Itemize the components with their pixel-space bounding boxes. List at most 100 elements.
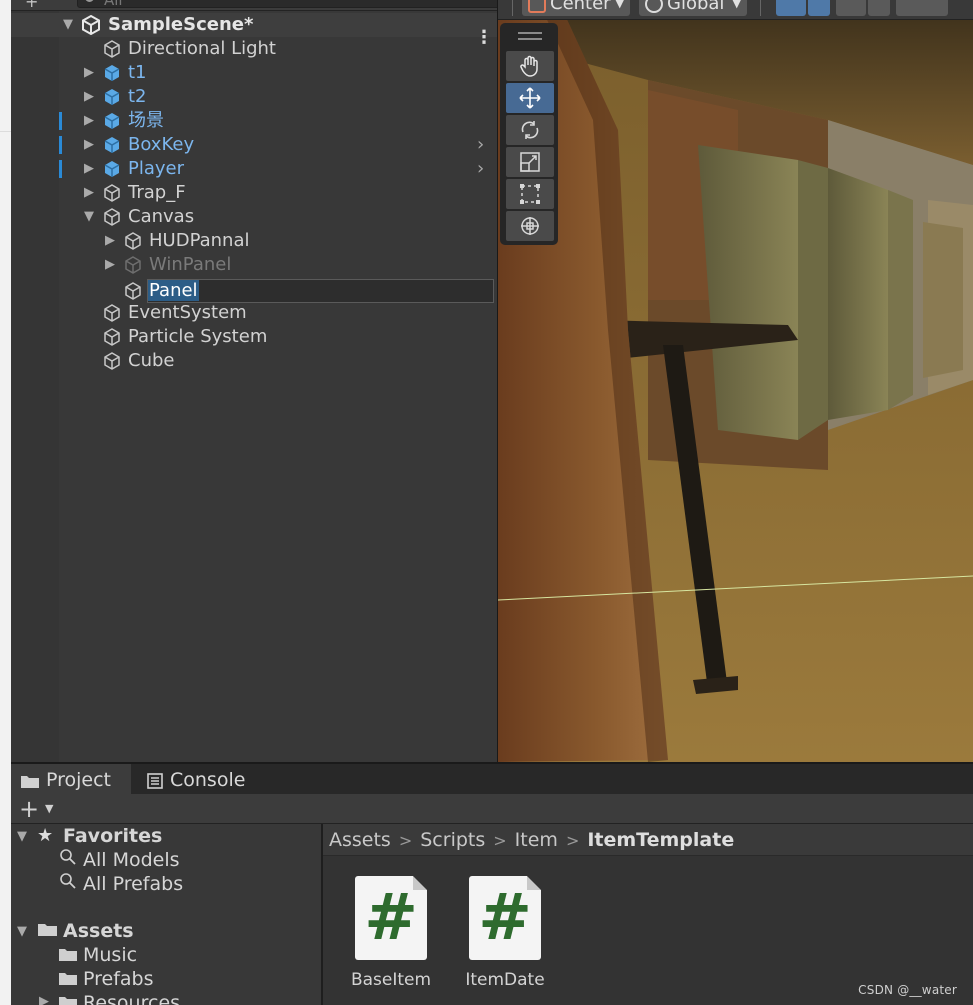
chevron-down-icon: ▼ <box>615 0 624 10</box>
hierarchy-item[interactable]: ▶ Trap_F <box>11 181 497 205</box>
watermark: CSDN @__water <box>858 983 957 997</box>
tab-project-label: Project <box>46 769 112 791</box>
breadcrumb-item[interactable]: Item <box>515 829 558 851</box>
hierarchy-item[interactable]: ▶ BoxKey › <box>11 133 497 157</box>
asset-item[interactable]: # ItemDate <box>450 876 560 990</box>
gameobject-cube-icon <box>104 40 120 58</box>
increment-snapping-icon[interactable] <box>836 0 866 16</box>
collapse-arrow-icon[interactable]: ▼ <box>84 205 94 229</box>
folder-icon <box>59 992 77 1005</box>
hierarchy-item-label: Directional Light <box>128 38 276 59</box>
toolbar-separator <box>760 0 761 16</box>
prefab-cube-icon <box>104 65 120 81</box>
search-icon <box>85 0 94 2</box>
rename-selected-text[interactable]: Panel <box>148 280 199 301</box>
tab-console[interactable]: Console <box>139 764 259 796</box>
hierarchy-item[interactable]: Particle System <box>11 325 497 349</box>
scale-tool-icon[interactable] <box>506 147 554 177</box>
expand-arrow-icon[interactable]: ▶ <box>84 61 94 85</box>
expand-arrow-icon[interactable]: ▶ <box>84 181 94 205</box>
scene-render <box>498 0 973 762</box>
add-object-button[interactable]: + <box>25 0 38 11</box>
folder-item[interactable]: Resources <box>83 991 180 1005</box>
favorites-item[interactable]: All Prefabs <box>83 872 183 896</box>
scene-view[interactable]: Center ▼ Global ▼ <box>498 0 973 762</box>
hierarchy-item-selected[interactable]: Panel <box>11 279 497 303</box>
favorites-label[interactable]: Favorites <box>63 824 162 848</box>
chevron-down-icon[interactable] <box>868 0 890 16</box>
grid-snapping-icon[interactable] <box>776 0 806 16</box>
pivot-dropdown[interactable]: Center ▼ <box>522 0 630 16</box>
hierarchy-item[interactable]: ▶ HUDPannal <box>11 229 497 253</box>
hierarchy-item-label: HUDPannal <box>149 230 250 251</box>
hierarchy-item-label: BoxKey <box>128 134 195 155</box>
collapse-arrow-icon[interactable]: ▼ <box>63 13 73 37</box>
assets-label[interactable]: Assets <box>63 919 134 943</box>
hierarchy-item[interactable]: ▶ t1 <box>11 61 497 85</box>
folder-item[interactable]: Prefabs <box>83 967 154 991</box>
gameobject-cube-icon <box>125 282 141 300</box>
scene-toolbar: Center ▼ Global ▼ <box>498 0 973 20</box>
hierarchy-item[interactable]: ▶ Player › <box>11 157 497 181</box>
open-prefab-chevron-icon[interactable]: › <box>477 133 484 157</box>
asset-item[interactable]: # BaseItem <box>336 876 446 990</box>
unity-logo-icon <box>82 15 100 35</box>
project-toolbar: + ▼ <box>11 794 973 824</box>
rotate-tool-icon[interactable] <box>506 115 554 145</box>
hierarchy-toolbar: + All <box>11 0 497 11</box>
grid-settings-icon[interactable] <box>896 0 948 16</box>
csharp-script-icon: # <box>469 876 541 960</box>
expand-arrow-icon[interactable]: ▶ <box>105 229 115 253</box>
hierarchy-item[interactable]: ▶ t2 <box>11 85 497 109</box>
gameobject-cube-icon <box>104 304 120 322</box>
collapse-arrow-icon[interactable]: ▼ <box>17 825 27 849</box>
search-icon <box>59 848 77 872</box>
rect-tool-icon[interactable] <box>506 179 554 209</box>
folder-item[interactable]: Music <box>83 943 137 967</box>
hierarchy-item[interactable]: Directional Light <box>11 37 497 61</box>
override-marker <box>59 136 62 154</box>
gameobject-cube-icon <box>125 256 141 274</box>
expand-arrow-icon[interactable]: ▶ <box>84 85 94 109</box>
asset-name: ItemDate <box>465 970 545 990</box>
project-asset-view: Assets > Scripts > Item > ItemTemplate # BaseI… <box>323 824 973 1005</box>
chevron-down-icon[interactable]: ▼ <box>45 794 53 824</box>
chevron-right-icon: > <box>398 831 413 850</box>
hand-tool-icon[interactable] <box>506 51 554 81</box>
hierarchy-item[interactable]: Cube <box>11 349 497 373</box>
open-prefab-chevron-icon[interactable]: › <box>477 157 484 181</box>
expand-arrow-icon[interactable]: ▶ <box>84 133 94 157</box>
collapse-arrow-icon[interactable]: ▼ <box>17 920 27 944</box>
expand-arrow-icon[interactable]: ▶ <box>84 109 94 133</box>
breadcrumb-item[interactable]: Assets <box>329 829 391 851</box>
scene-name: SampleScene* <box>108 14 254 35</box>
tab-project[interactable]: Project <box>11 764 131 796</box>
hierarchy-item-label: Canvas <box>128 206 195 227</box>
prefab-cube-icon <box>104 113 120 129</box>
transform-tool-icon[interactable] <box>506 211 554 241</box>
chevron-down-icon[interactable] <box>808 0 830 16</box>
scene-row[interactable]: ▼ SampleScene* ⋮ <box>11 13 497 47</box>
override-marker <box>59 112 62 130</box>
hierarchy-item[interactable]: ▶ WinPanel <box>11 253 497 277</box>
hierarchy-item[interactable]: EventSystem <box>11 301 497 325</box>
search-icon <box>59 872 77 896</box>
space-dropdown[interactable]: Global ▼ <box>639 0 747 16</box>
hierarchy-item-label: WinPanel <box>149 254 232 275</box>
hierarchy-item[interactable]: ▼ Canvas <box>11 205 497 229</box>
expand-arrow-icon[interactable]: ▶ <box>84 157 94 181</box>
move-tool-icon[interactable] <box>506 83 554 113</box>
overlay-drag-handle-icon[interactable] <box>518 32 542 40</box>
create-asset-button[interactable]: + <box>19 794 39 824</box>
expand-arrow-icon[interactable]: ▶ <box>39 990 49 1005</box>
folder-icon <box>21 775 39 788</box>
tab-console-label: Console <box>170 769 246 791</box>
breadcrumb-item[interactable]: Scripts <box>420 829 485 851</box>
hierarchy-item-label: Trap_F <box>128 182 186 203</box>
favorites-item[interactable]: All Models <box>83 848 180 872</box>
expand-arrow-icon[interactable]: ▶ <box>105 253 115 277</box>
hierarchy-search-input[interactable]: All <box>77 0 497 9</box>
hierarchy-item[interactable]: ▶ 场景 <box>11 109 497 133</box>
hierarchy-item-label: EventSystem <box>128 302 247 323</box>
csharp-script-icon: # <box>355 876 427 960</box>
